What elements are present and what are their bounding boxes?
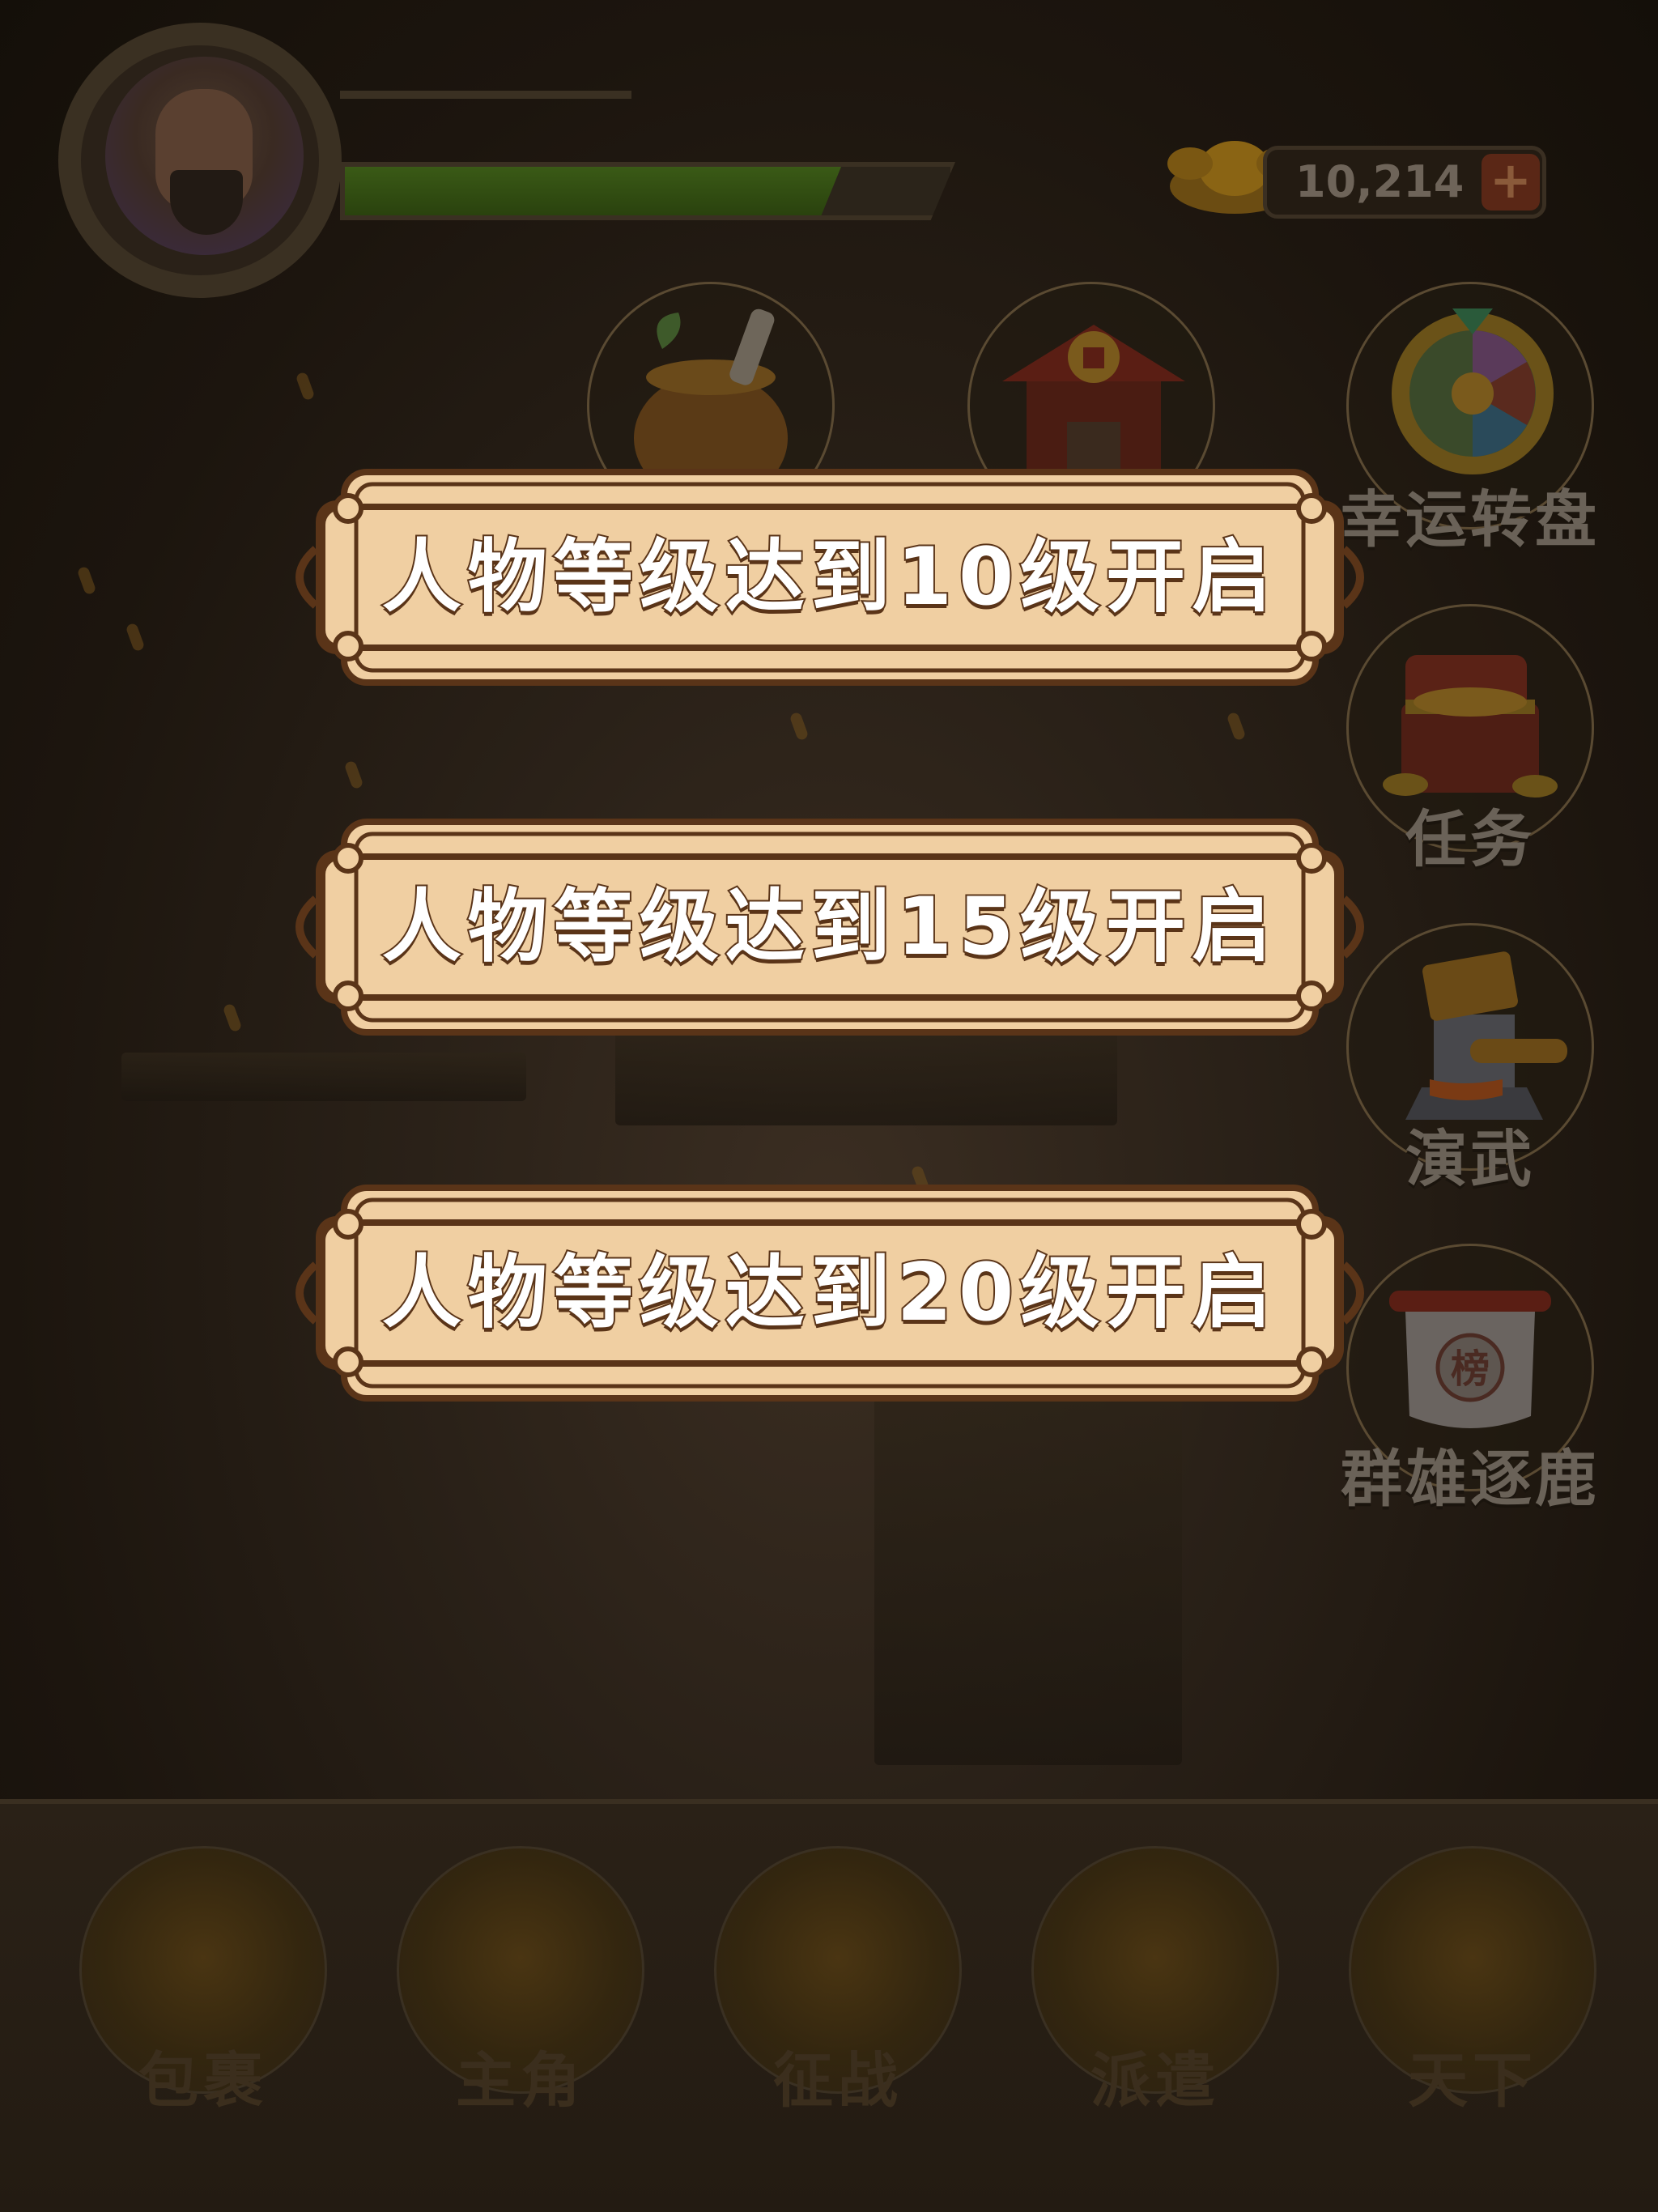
player-avatar[interactable] — [105, 57, 304, 255]
nav-label: 派遣 — [1090, 2046, 1220, 2116]
nav-label: 征战 — [773, 2046, 903, 2116]
ember-particle — [125, 622, 146, 653]
ranking-glyph: 榜 — [1451, 1346, 1490, 1392]
nav-label: 主角 — [456, 2046, 585, 2116]
gold-amount: 10,214 — [1295, 156, 1465, 207]
level-lock-banner-2[interactable]: 人物等级达到15级开启 — [267, 810, 1392, 1044]
ranking-label: 群雄逐鹿 — [1341, 1443, 1600, 1515]
game-screen: 10,214 + 幸运转盘 任务 演武 榜 群雄逐鹿 人物等级达到10级开启 人… — [0, 0, 1658, 2212]
background-building — [874, 1376, 1182, 1765]
add-gold-button[interactable]: + — [1482, 154, 1540, 211]
ember-particle — [789, 711, 810, 742]
ember-particle — [343, 759, 364, 790]
ember-particle — [1226, 711, 1247, 742]
banner-text: 人物等级达到10级开启 — [380, 530, 1278, 625]
level-lock-banner-3[interactable]: 人物等级达到20级开启 — [267, 1176, 1392, 1410]
nav-hero[interactable]: 主角 — [387, 1846, 654, 2116]
nav-world[interactable]: 天下 — [1339, 1846, 1606, 2116]
nav-label: 包裹 — [138, 2046, 268, 2116]
background-building — [121, 1053, 526, 1101]
exp-bar-frame — [340, 91, 631, 99]
banner-text: 人物等级达到20级开启 — [380, 1245, 1278, 1341]
exp-bar-fill — [345, 167, 841, 215]
banner-text: 人物等级达到15级开启 — [380, 879, 1278, 975]
nav-campaign[interactable]: 征战 — [704, 1846, 971, 2116]
nav-dispatch[interactable]: 派遣 — [1022, 1846, 1289, 2116]
ember-particle — [295, 371, 316, 402]
avatar-beard — [170, 170, 243, 235]
level-lock-banner-1[interactable]: 人物等级达到10级开启 — [267, 460, 1392, 695]
nav-label: 天下 — [1408, 2046, 1537, 2116]
nav-bag[interactable]: 包裹 — [70, 1846, 337, 2116]
ember-particle — [76, 565, 97, 596]
ember-particle — [222, 1002, 243, 1033]
